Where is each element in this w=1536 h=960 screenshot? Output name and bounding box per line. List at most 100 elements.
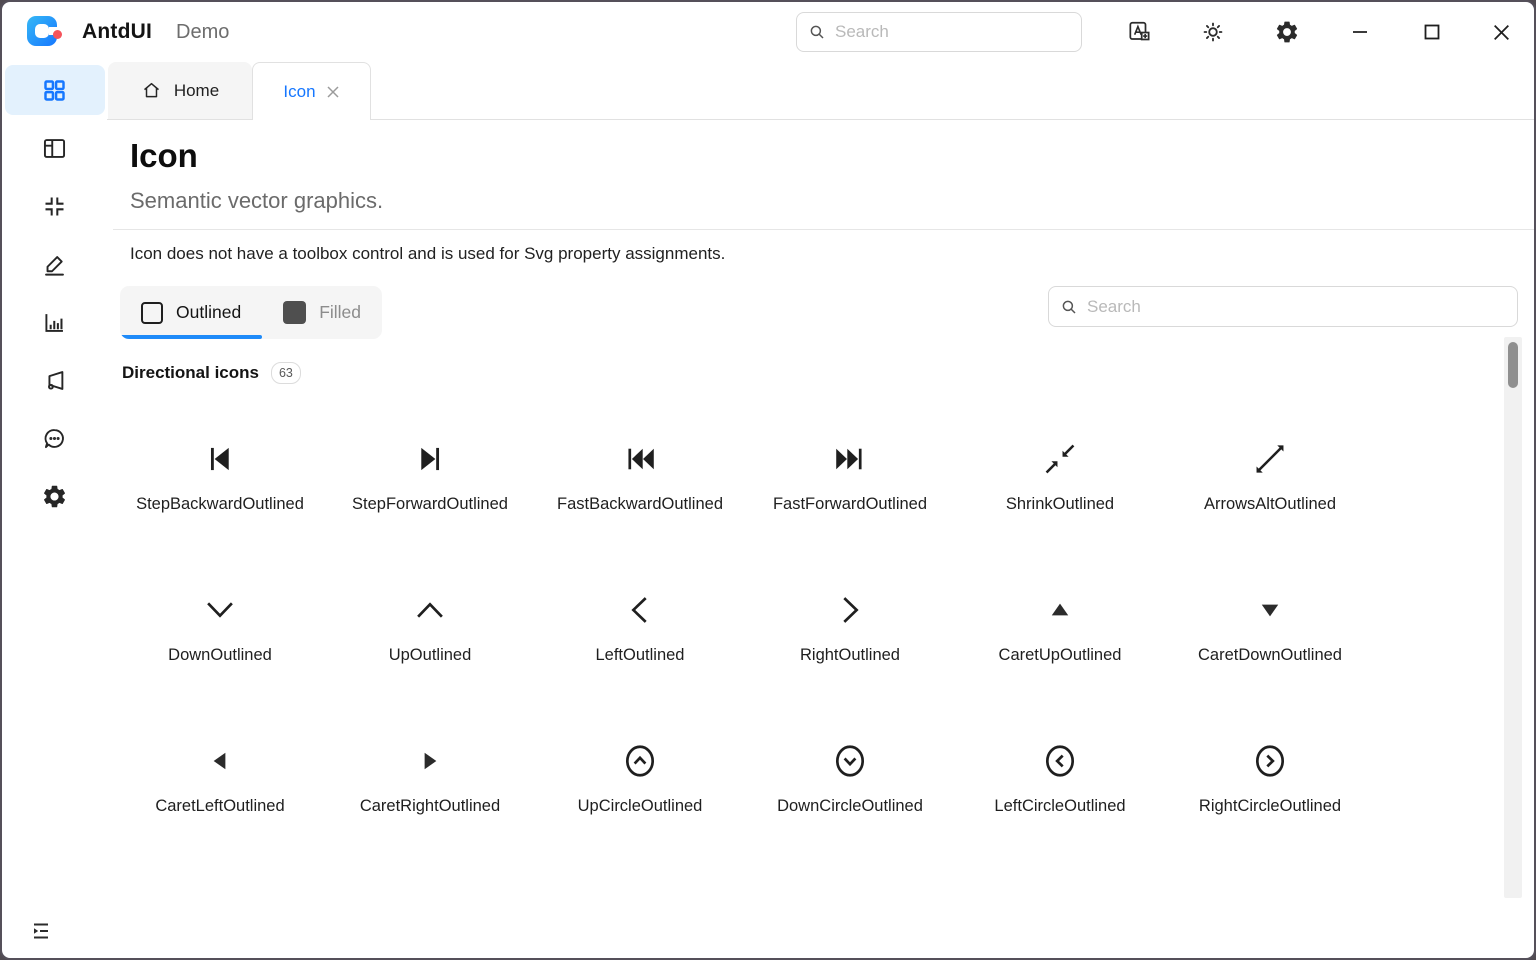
icon-card-right-circle[interactable]: RightCircleOutlined bbox=[1165, 698, 1375, 849]
icon-card-caret-left[interactable]: CaretLeftOutlined bbox=[115, 698, 325, 849]
icon-card-up[interactable]: UpOutlined bbox=[325, 547, 535, 698]
icon-card-step-backward[interactable]: StepBackwardOutlined bbox=[115, 396, 325, 547]
fast-backward-icon bbox=[621, 440, 659, 478]
gear-icon bbox=[1274, 19, 1300, 45]
translate-icon bbox=[1126, 19, 1152, 45]
page-content: Icon Semantic vector graphics. Icon does… bbox=[107, 120, 1534, 958]
edit-pen-icon bbox=[41, 251, 68, 278]
sidebar bbox=[2, 62, 107, 958]
style-segmented-control: Outlined Filled bbox=[120, 286, 382, 339]
filled-square-icon bbox=[283, 301, 306, 324]
scrollbar-thumb[interactable] bbox=[1508, 342, 1518, 388]
down-icon bbox=[201, 591, 239, 629]
icon-card-caret-down[interactable]: CaretDownOutlined bbox=[1165, 547, 1375, 698]
tab-icon-label: Icon bbox=[283, 82, 315, 102]
icon-card-arrows-alt[interactable]: ArrowsAltOutlined bbox=[1165, 396, 1375, 547]
app-title: AntdUI bbox=[82, 20, 152, 44]
segment-filled[interactable]: Filled bbox=[262, 286, 382, 339]
icon-label: CaretDownOutlined bbox=[1198, 646, 1342, 665]
icon-label: DownOutlined bbox=[168, 646, 272, 665]
icon-label: CaretLeftOutlined bbox=[155, 797, 284, 816]
language-button[interactable] bbox=[1102, 2, 1176, 62]
page-title: Icon bbox=[130, 134, 1534, 178]
appstore-grid-icon bbox=[41, 77, 68, 104]
segment-outlined[interactable]: Outlined bbox=[120, 286, 262, 339]
icon-grid: StepBackwardOutlined StepForwardOutlined… bbox=[115, 396, 1534, 849]
sidebar-item-chart[interactable] bbox=[5, 297, 105, 347]
message-icon bbox=[41, 425, 68, 452]
icon-card-caret-right[interactable]: CaretRightOutlined bbox=[325, 698, 535, 849]
icon-label: DownCircleOutlined bbox=[777, 797, 923, 816]
icon-card-left-circle[interactable]: LeftCircleOutlined bbox=[955, 698, 1165, 849]
sidebar-item-shrink[interactable] bbox=[5, 181, 105, 231]
title-bar: AntdUI Demo bbox=[2, 2, 1534, 62]
theme-toggle-button[interactable] bbox=[1176, 2, 1250, 62]
search-icon bbox=[808, 23, 826, 41]
caret-up-icon bbox=[1041, 591, 1079, 629]
search-icon bbox=[1060, 298, 1078, 316]
caret-right-icon bbox=[411, 742, 449, 780]
shrink-icon bbox=[1041, 440, 1079, 478]
tab-icon[interactable]: Icon bbox=[252, 62, 371, 120]
icon-card-shrink[interactable]: ShrinkOutlined bbox=[955, 396, 1165, 547]
close-icon bbox=[1491, 22, 1512, 43]
icon-card-caret-up[interactable]: CaretUpOutlined bbox=[955, 547, 1165, 698]
sidebar-item-announce[interactable] bbox=[5, 355, 105, 405]
right-circle-icon bbox=[1251, 742, 1289, 780]
sidebar-item-layout[interactable] bbox=[5, 123, 105, 173]
icon-card-down-circle[interactable]: DownCircleOutlined bbox=[745, 698, 955, 849]
icon-card-fast-forward[interactable]: FastForwardOutlined bbox=[745, 396, 955, 547]
caret-left-icon bbox=[201, 742, 239, 780]
icon-label: ShrinkOutlined bbox=[1006, 495, 1114, 514]
icon-label: UpOutlined bbox=[389, 646, 472, 665]
icon-card-step-forward[interactable]: StepForwardOutlined bbox=[325, 396, 535, 547]
page-description: Icon does not have a toolbox control and… bbox=[130, 243, 1518, 265]
sun-icon bbox=[1200, 19, 1226, 45]
main-area: Home Icon Icon Semantic vector graphics.… bbox=[107, 62, 1534, 958]
maximize-button[interactable] bbox=[1396, 2, 1468, 62]
icon-label: RightOutlined bbox=[800, 646, 900, 665]
sidebar-item-message[interactable] bbox=[5, 413, 105, 463]
sidebar-collapse-button[interactable] bbox=[28, 918, 54, 944]
titlebar-search[interactable] bbox=[796, 12, 1082, 52]
layout-icon bbox=[41, 135, 68, 162]
segment-active-underline bbox=[120, 335, 262, 340]
icon-search[interactable] bbox=[1048, 286, 1518, 327]
icon-label: CaretUpOutlined bbox=[999, 646, 1122, 665]
left-circle-icon bbox=[1041, 742, 1079, 780]
icon-card-left[interactable]: LeftOutlined bbox=[535, 547, 745, 698]
vertical-scrollbar[interactable] bbox=[1504, 337, 1522, 898]
step-backward-icon bbox=[201, 440, 239, 478]
icon-card-down[interactable]: DownOutlined bbox=[115, 547, 325, 698]
page-subtitle: Semantic vector graphics. bbox=[130, 186, 1534, 216]
section-count-badge: 63 bbox=[271, 362, 301, 384]
shrink-corners-icon bbox=[41, 193, 68, 220]
menu-unfold-icon bbox=[29, 919, 53, 943]
settings-button[interactable] bbox=[1250, 2, 1324, 62]
sidebar-item-edit[interactable] bbox=[5, 239, 105, 289]
icon-card-up-circle[interactable]: UpCircleOutlined bbox=[535, 698, 745, 849]
app-window: AntdUI Demo bbox=[0, 0, 1536, 960]
gear-icon bbox=[41, 483, 68, 510]
caret-down-icon bbox=[1251, 591, 1289, 629]
tab-close-icon[interactable] bbox=[326, 85, 340, 99]
icon-label: UpCircleOutlined bbox=[578, 797, 703, 816]
icon-label: ArrowsAltOutlined bbox=[1204, 495, 1336, 514]
icon-label: CaretRightOutlined bbox=[360, 797, 500, 816]
icon-label: StepBackwardOutlined bbox=[136, 495, 304, 514]
icon-card-fast-backward[interactable]: FastBackwardOutlined bbox=[535, 396, 745, 547]
tab-bar: Home Icon bbox=[107, 62, 1534, 120]
icon-search-input[interactable] bbox=[1085, 296, 1507, 318]
app-logo-icon bbox=[26, 14, 62, 50]
right-icon bbox=[831, 591, 869, 629]
sidebar-item-overview[interactable] bbox=[5, 65, 105, 115]
titlebar-search-input[interactable] bbox=[833, 21, 1071, 43]
fast-forward-icon bbox=[831, 440, 869, 478]
minimize-button[interactable] bbox=[1324, 2, 1396, 62]
sidebar-item-settings[interactable] bbox=[5, 471, 105, 521]
tab-home[interactable]: Home bbox=[108, 62, 252, 119]
maximize-icon bbox=[1422, 22, 1442, 42]
icon-card-right[interactable]: RightOutlined bbox=[745, 547, 955, 698]
icon-label: FastForwardOutlined bbox=[773, 495, 927, 514]
close-button[interactable] bbox=[1468, 2, 1534, 62]
